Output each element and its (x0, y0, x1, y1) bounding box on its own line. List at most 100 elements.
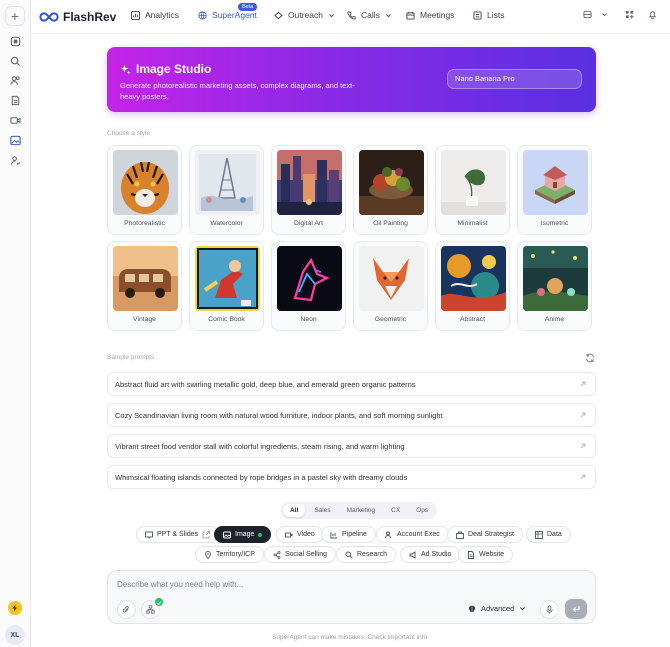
agent-chip-pipeline[interactable]: Pipeline (321, 526, 376, 543)
sample-prompt[interactable]: Cozy Scandinavian living room with natur… (107, 403, 596, 427)
nav-calls[interactable]: Calls (347, 10, 392, 20)
agent-chip-territory-icp[interactable]: Territory/ICP (195, 546, 264, 563)
brain-icon (469, 605, 475, 612)
style-tile-comic-book[interactable]: Comic Book (189, 241, 264, 331)
home-icon[interactable] (8, 34, 22, 48)
chip-label: Pipeline (342, 531, 367, 538)
bell-icon (648, 11, 657, 19)
sample-prompt-text: Cozy Scandinavian living room with natur… (115, 411, 443, 420)
mode-selector[interactable]: Advanced (468, 604, 526, 613)
style-thumbnail (359, 246, 424, 311)
style-label: Neon (300, 316, 317, 323)
chip-label: Deal Strategist (468, 531, 514, 538)
style-thumbnail (441, 246, 506, 311)
agent-chip-data[interactable]: Data (526, 526, 571, 543)
agent-chip-research[interactable]: Research (336, 546, 396, 563)
sample-prompt[interactable]: Whimsical floating islands connected by … (107, 465, 596, 489)
storage-menu[interactable] (583, 10, 608, 19)
chart-icon (131, 10, 140, 20)
video-icon (285, 532, 293, 537)
nav-outreach[interactable]: Outreach (274, 10, 335, 20)
nav-lists[interactable]: Lists (473, 10, 504, 20)
presentation-icon (145, 531, 153, 538)
table-icon (535, 530, 543, 539)
contact-icon[interactable] (8, 153, 22, 167)
plus-icon[interactable]: + (5, 6, 25, 26)
style-tile-vintage[interactable]: Vintage (107, 241, 182, 331)
nav-superagent[interactable]: SuperAgent (198, 10, 257, 20)
top-navigation: FlashRev Analytics SuperAgent Beta Outre… (31, 0, 670, 34)
refresh-icon[interactable] (585, 353, 595, 363)
banner-title-text: Image Studio (136, 62, 212, 76)
users-icon[interactable] (8, 73, 22, 87)
style-thumbnail (195, 246, 260, 311)
agent-chip-deal-strategist[interactable]: Deal Strategist (447, 526, 523, 543)
avatar[interactable]: XL (5, 625, 25, 645)
page-icon (468, 550, 474, 559)
style-thumbnail (113, 246, 178, 311)
app-name: FlashRev (63, 10, 117, 24)
microphone-button[interactable] (540, 600, 559, 619)
nav-meetings[interactable]: Meetings (406, 10, 455, 20)
chip-label: Website (479, 551, 505, 558)
send-button[interactable] (565, 599, 587, 619)
agent-chip-ppt-slides[interactable]: PPT & Slides (136, 526, 220, 543)
category-marketing[interactable]: Marketing (340, 504, 383, 517)
database-icon (583, 10, 592, 19)
category-sales[interactable]: Sales (307, 504, 337, 517)
category-ops[interactable]: Ops (409, 504, 435, 517)
paperclip-icon (122, 606, 129, 613)
style-label: Digital Art (293, 220, 324, 227)
video-icon[interactable] (8, 113, 22, 127)
logo[interactable]: FlashRev (39, 10, 116, 24)
style-tile-neon[interactable]: Neon (271, 241, 346, 331)
sparkles-icon (120, 64, 131, 75)
microphone-icon (546, 605, 553, 614)
banner-subtitle: Generate photorealistic marketing assets… (120, 81, 355, 101)
agent-chip-account-exec[interactable]: Account Exec (376, 526, 449, 543)
sample-prompt-text: Whimsical floating islands connected by … (115, 473, 408, 482)
style-tile-anime[interactable]: Anime (517, 241, 592, 331)
bolt-icon[interactable] (8, 601, 22, 615)
chip-label: Data (547, 531, 562, 538)
style-tile-watercolor[interactable]: Watercolor (189, 145, 264, 235)
style-label: Photorealistic (124, 220, 165, 227)
image-icon (223, 531, 231, 538)
nav-label: Lists (487, 10, 505, 20)
attach-button[interactable] (117, 600, 136, 619)
agent-chip-video[interactable]: Video (276, 526, 324, 543)
nav-analytics[interactable]: Analytics (131, 10, 179, 20)
style-thumbnail (359, 150, 424, 215)
list-icon (473, 10, 482, 20)
style-tile-abstract[interactable]: Abstract (435, 241, 510, 331)
style-tile-isometric[interactable]: Isometric (517, 145, 592, 235)
notifications-button[interactable] (648, 10, 657, 19)
agent-chip-image[interactable]: Image (214, 526, 272, 543)
style-tile-geometric[interactable]: Geometric (353, 241, 428, 331)
sample-prompt[interactable]: Abstract fluid art with swirling metalli… (107, 372, 596, 396)
nav-label: Meetings (420, 10, 455, 20)
category-all[interactable]: All (283, 504, 306, 517)
search-icon[interactable] (8, 54, 22, 68)
style-tile-oil-painting[interactable]: Oil Painting (353, 145, 428, 235)
arrow-up-right-icon (580, 443, 586, 449)
agent-chip-website[interactable]: Website (458, 546, 514, 563)
map-pin-icon (205, 550, 211, 559)
category-cx[interactable]: CX (384, 504, 407, 517)
document-icon[interactable] (8, 93, 22, 107)
integrations-button[interactable] (625, 10, 634, 19)
style-label: Oil Painting (373, 220, 408, 227)
style-tile-photorealistic[interactable]: Photorealistic (107, 145, 182, 235)
image-icon[interactable] (8, 133, 22, 147)
style-tile-digital-art[interactable]: Digital Art (271, 145, 346, 235)
model-selector[interactable]: Nano Banana Pro (447, 69, 582, 89)
message-input[interactable]: Describe what you need help with... (117, 580, 243, 589)
sample-prompt[interactable]: Vibrant street food vendor stall with co… (107, 434, 596, 458)
chip-label: Social Selling (285, 551, 328, 558)
agent-chip-ad-studio[interactable]: Ad Studio (400, 546, 461, 563)
style-thumbnail (195, 150, 260, 215)
style-section-heading: Choose a style (107, 130, 150, 137)
style-thumbnail (277, 246, 342, 311)
style-tile-minimalist[interactable]: Minimalist (435, 145, 510, 235)
agent-chip-social-selling[interactable]: Social Selling (264, 546, 337, 563)
